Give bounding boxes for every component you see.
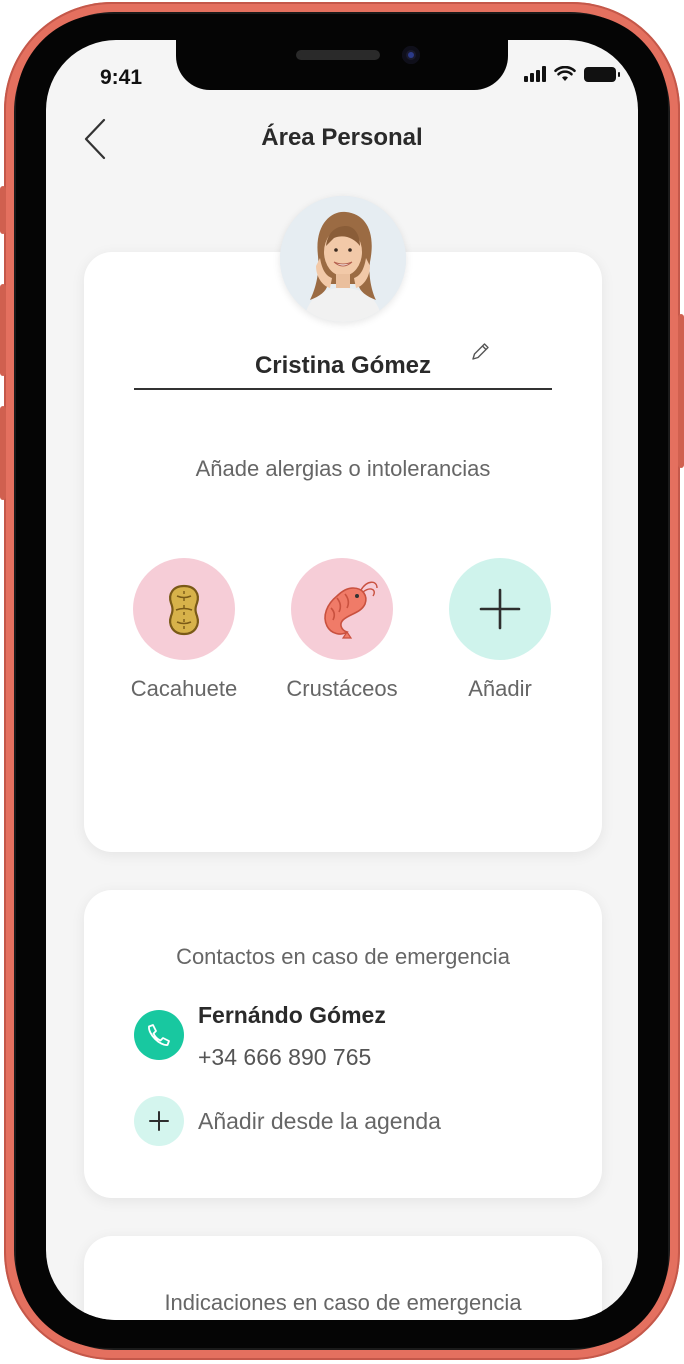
pencil-icon[interactable] (468, 340, 492, 364)
shrimp-icon (324, 581, 378, 639)
profile-photo (280, 196, 406, 322)
screen: 9:41 Área Personal Cristina Gómez Añade … (46, 40, 638, 1320)
avatar[interactable] (280, 196, 406, 322)
status-time: 9:41 (100, 66, 143, 89)
instructions-title: Indicaciones en caso de emergencia (164, 1290, 522, 1315)
add-allergy-button[interactable]: Añadir (430, 558, 570, 702)
battery-icon (584, 66, 620, 82)
allergy-icon-circle (133, 558, 235, 660)
cellular-signal-icon (524, 66, 546, 82)
notch (176, 40, 508, 90)
allergy-item-cacahuete[interactable]: Cacahuete (114, 558, 254, 702)
name-field[interactable]: Cristina Gómez (134, 343, 552, 390)
emergency-instructions-card[interactable]: Indicaciones en caso de emergencia (84, 1236, 602, 1320)
contact-name: Fernándo Gómez (198, 1002, 386, 1028)
add-from-agenda-link[interactable]: Añadir desde la agenda (198, 1108, 441, 1135)
speaker (296, 50, 380, 60)
status-icons (524, 66, 620, 82)
profile-card: Cristina Gómez Añade alergias o intolera… (84, 252, 602, 852)
mute-switch (0, 186, 6, 234)
phone-icon (148, 1024, 170, 1046)
front-camera (402, 46, 420, 64)
allergy-icon-circle (291, 558, 393, 660)
allergies-prompt: Añade alergias o intolerancias (195, 456, 491, 481)
peanut-icon (169, 584, 199, 636)
plus-icon (479, 588, 521, 630)
add-icon-circle (449, 558, 551, 660)
add-contact-button[interactable] (134, 1096, 184, 1146)
power-button (678, 314, 684, 468)
allergy-label: Añadir (468, 676, 532, 701)
emergency-contacts-card: Contactos en caso de emergencia Fernándo… (84, 890, 602, 1198)
allergy-item-crustaceos[interactable]: Crustáceos (272, 558, 412, 702)
contact-phone-number: +34 666 890 765 (198, 1044, 372, 1070)
allergy-label: Crustáceos (286, 676, 398, 701)
plus-icon (149, 1111, 169, 1131)
volume-up-button (0, 284, 6, 376)
wifi-icon (554, 66, 576, 81)
call-contact-button[interactable] (134, 1010, 184, 1060)
page-title: Área Personal (261, 124, 423, 151)
volume-down-button (0, 406, 6, 500)
allergy-label: Cacahuete (130, 676, 238, 701)
contacts-title: Contactos en caso de emergencia (176, 944, 510, 969)
